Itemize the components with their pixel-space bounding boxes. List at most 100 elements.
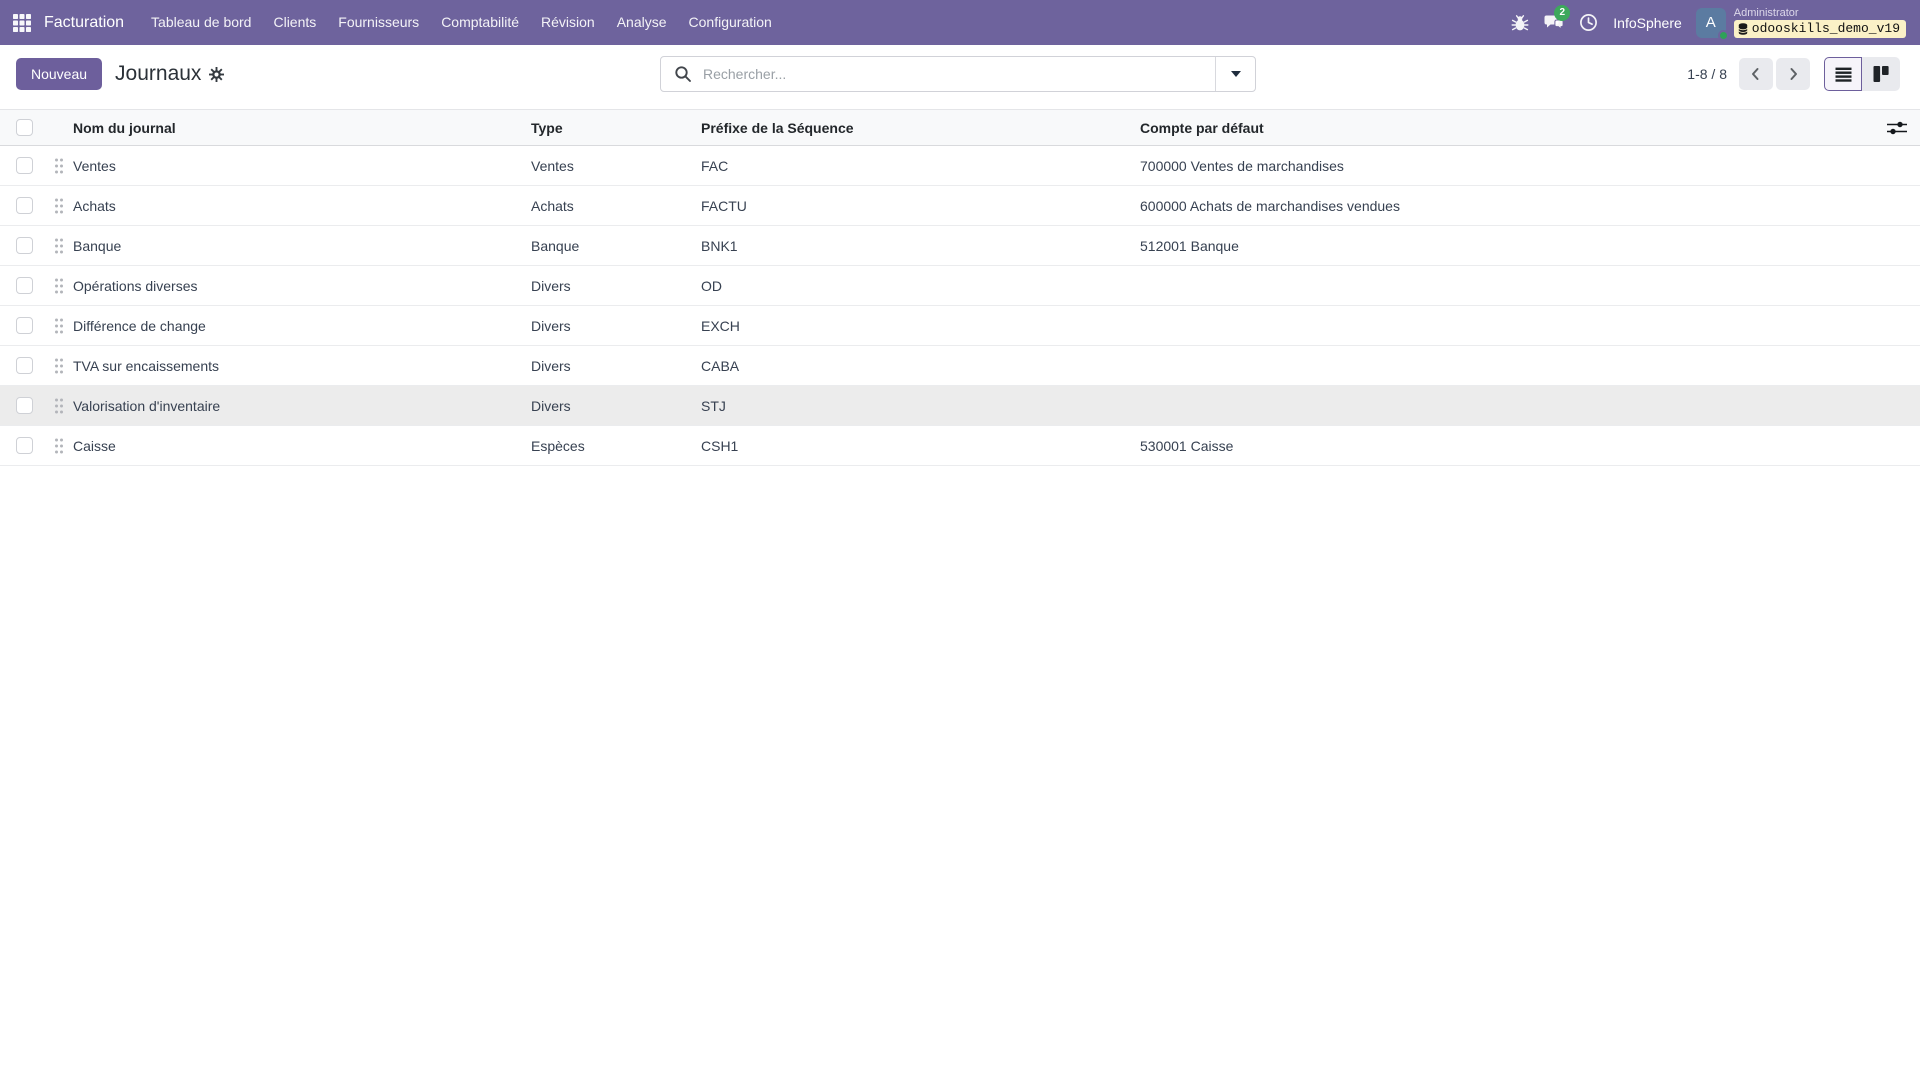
cell-type: Divers (531, 278, 701, 294)
cell-prefix: CABA (701, 358, 1140, 374)
drag-handle-icon[interactable] (53, 317, 65, 335)
control-panel: Nouveau Journaux (0, 45, 1920, 101)
nav-menu-analyse[interactable]: Analyse (606, 0, 678, 45)
list-view-icon (1835, 67, 1852, 82)
cell-journal-name: Achats (73, 198, 531, 214)
row-checkbox[interactable] (16, 397, 33, 414)
table-row[interactable]: Caisse Espèces CSH1 530001 Caisse (0, 426, 1920, 466)
list-view-button[interactable] (1824, 57, 1862, 91)
debug-bug-icon[interactable] (1503, 0, 1537, 45)
cell-prefix: BNK1 (701, 238, 1140, 254)
apps-grid-icon[interactable] (0, 0, 44, 45)
main-menu: Tableau de bord Clients Fournisseurs Com… (140, 0, 783, 45)
optional-columns-button[interactable] (1883, 117, 1911, 139)
action-gear-icon[interactable] (209, 67, 224, 82)
drag-handle-icon[interactable] (53, 357, 65, 375)
table-row[interactable]: Ventes Ventes FAC 700000 Ventes de march… (0, 146, 1920, 186)
row-checkbox[interactable] (16, 157, 33, 174)
nav-menu-tableau-de-bord[interactable]: Tableau de bord (140, 0, 262, 45)
table-row[interactable]: Opérations diverses Divers OD (0, 266, 1920, 306)
table-row[interactable]: Banque Banque BNK1 512001 Banque (0, 226, 1920, 266)
infosphere-menu[interactable]: InfoSphere (1613, 15, 1682, 31)
drag-handle-icon[interactable] (53, 197, 65, 215)
drag-handle-icon[interactable] (53, 397, 65, 415)
cell-type: Divers (531, 318, 701, 334)
top-navbar: Facturation Tableau de bord Clients Four… (0, 0, 1920, 45)
cell-journal-name: Ventes (73, 158, 531, 174)
nav-menu-configuration[interactable]: Configuration (678, 0, 783, 45)
breadcrumb-title: Journaux (115, 62, 201, 86)
database-icon (1738, 23, 1748, 35)
cell-type: Banque (531, 238, 701, 254)
table-row[interactable]: TVA sur encaissements Divers CABA (0, 346, 1920, 386)
kanban-view-icon (1873, 66, 1889, 82)
view-switcher (1824, 57, 1900, 91)
select-all-checkbox[interactable] (16, 119, 33, 136)
row-checkbox[interactable] (16, 437, 33, 454)
cell-account: 700000 Ventes de marchandises (1140, 158, 1874, 174)
cell-account: 600000 Achats de marchandises vendues (1140, 198, 1874, 214)
app-name[interactable]: Facturation (44, 14, 124, 32)
row-checkbox[interactable] (16, 237, 33, 254)
cell-type: Divers (531, 358, 701, 374)
caret-down-icon (1231, 71, 1241, 77)
cell-type: Achats (531, 198, 701, 214)
activities-clock-icon[interactable] (1571, 0, 1605, 45)
new-button[interactable]: Nouveau (16, 58, 102, 90)
cell-type: Ventes (531, 158, 701, 174)
avatar-initial: A (1706, 14, 1716, 31)
cell-journal-name: Différence de change (73, 318, 531, 334)
column-header-prefix[interactable]: Préfixe de la Séquence (701, 120, 1140, 136)
cell-account: 512001 Banque (1140, 238, 1874, 254)
cell-prefix: FACTU (701, 198, 1140, 214)
cell-prefix: STJ (701, 398, 1140, 414)
pager-value[interactable]: 1-8 / 8 (1687, 66, 1727, 82)
nav-menu-revision[interactable]: Révision (530, 0, 606, 45)
table-row[interactable]: Différence de change Divers EXCH (0, 306, 1920, 346)
search-input[interactable] (701, 65, 1215, 83)
user-menu[interactable]: A Administrator odooskills_demo_v19 (1696, 7, 1906, 38)
cell-prefix: OD (701, 278, 1140, 294)
cell-journal-name: Valorisation d'inventaire (73, 398, 531, 414)
cell-account: 530001 Caisse (1140, 438, 1874, 454)
pager-previous-button[interactable] (1739, 58, 1773, 90)
cell-prefix: CSH1 (701, 438, 1140, 454)
table-header-row: Nom du journal Type Préfixe de la Séquen… (0, 109, 1920, 146)
table-row[interactable]: Achats Achats FACTU 600000 Achats de mar… (0, 186, 1920, 226)
messages-icon[interactable]: 2 (1537, 0, 1571, 45)
user-meta: Administrator odooskills_demo_v19 (1734, 7, 1906, 38)
online-status-dot (1718, 30, 1729, 41)
drag-handle-icon[interactable] (53, 237, 65, 255)
cell-journal-name: Opérations diverses (73, 278, 531, 294)
column-header-name[interactable]: Nom du journal (73, 120, 531, 136)
row-checkbox[interactable] (16, 357, 33, 374)
cell-journal-name: Caisse (73, 438, 531, 454)
drag-handle-icon[interactable] (53, 437, 65, 455)
cell-type: Divers (531, 398, 701, 414)
nav-menu-fournisseurs[interactable]: Fournisseurs (327, 0, 430, 45)
cell-journal-name: Banque (73, 238, 531, 254)
column-header-type[interactable]: Type (531, 120, 701, 136)
chevron-right-icon (1785, 66, 1801, 82)
search-dropdown-toggle[interactable] (1215, 57, 1255, 91)
database-name: odooskills_demo_v19 (1752, 21, 1900, 37)
nav-menu-comptabilite[interactable]: Comptabilité (430, 0, 530, 45)
row-checkbox[interactable] (16, 197, 33, 214)
pager-next-button[interactable] (1776, 58, 1810, 90)
drag-handle-icon[interactable] (53, 277, 65, 295)
kanban-view-button[interactable] (1862, 57, 1900, 91)
avatar: A (1696, 8, 1726, 38)
page-title: Journaux (115, 62, 224, 86)
row-checkbox[interactable] (16, 277, 33, 294)
journals-list: Nom du journal Type Préfixe de la Séquen… (0, 109, 1920, 466)
cell-prefix: FAC (701, 158, 1140, 174)
nav-menu-clients[interactable]: Clients (262, 0, 327, 45)
table-row[interactable]: Valorisation d'inventaire Divers STJ (0, 386, 1920, 426)
cell-prefix: EXCH (701, 318, 1140, 334)
cell-journal-name: TVA sur encaissements (73, 358, 531, 374)
row-checkbox[interactable] (16, 317, 33, 334)
chevron-left-icon (1748, 66, 1764, 82)
drag-handle-icon[interactable] (53, 157, 65, 175)
search-icon (674, 65, 692, 83)
column-header-account[interactable]: Compte par défaut (1140, 120, 1874, 136)
